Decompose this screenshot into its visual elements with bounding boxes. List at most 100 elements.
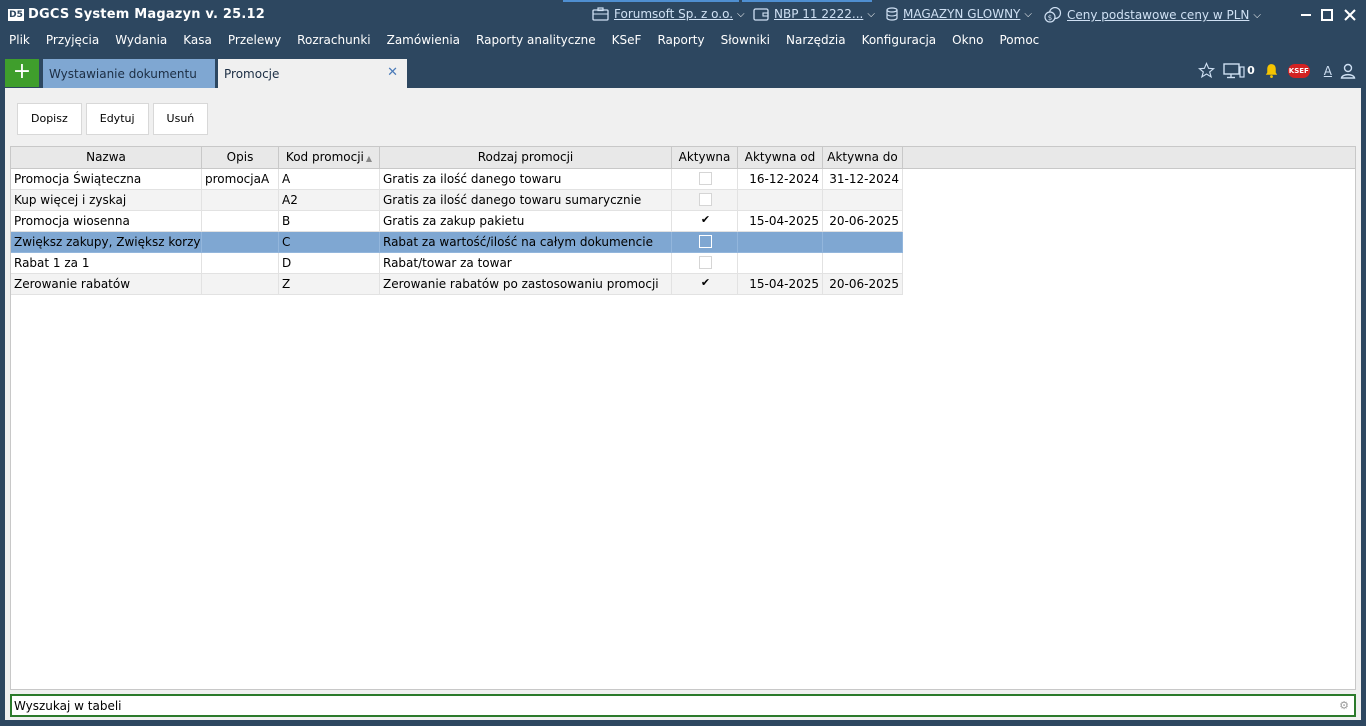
checkbox-unchecked[interactable] <box>699 256 712 269</box>
menu-kasa[interactable]: Kasa <box>183 30 212 52</box>
menu-rozrachunki[interactable]: Rozrachunki <box>297 30 370 52</box>
cell-aktywna-do: 20-06-2025 <box>823 211 903 232</box>
cell-kod-promocji: D <box>279 253 380 274</box>
cell-opis <box>202 253 279 274</box>
menu-raporty-analityczne[interactable]: Raporty analityczne <box>476 30 596 52</box>
cell-kod-promocji: B <box>279 211 380 232</box>
cell-aktywna <box>672 169 738 190</box>
menu-narzedzia[interactable]: Narzędzia <box>786 30 846 52</box>
wallet-icon <box>753 8 769 21</box>
table-row[interactable]: Zwiększ zakupy, Zwiększ korzyści C Rabat z… <box>11 232 903 253</box>
column-header-aktywna[interactable]: Aktywna <box>672 147 738 169</box>
warehouse-label: MAGAZYN GLOWNY <box>903 7 1021 21</box>
bell-icon[interactable] <box>1263 62 1280 79</box>
chevron-down-icon: ⌵ <box>867 8 875 20</box>
rate-underline <box>742 0 872 2</box>
checkbox-checked[interactable]: ✔ <box>699 214 712 227</box>
menu-zamowienia[interactable]: Zamówienia <box>387 30 460 52</box>
column-header-opis[interactable]: Opis <box>202 147 279 169</box>
cell-opis <box>202 211 279 232</box>
promotions-table: Nazwa Opis Kod promocji ▲ Rodzaj promocji… <box>10 146 1356 690</box>
close-icon <box>1344 9 1356 21</box>
user-icon[interactable] <box>1340 63 1356 79</box>
cell-nazwa: Kup więcej i zyskaj <box>11 190 202 211</box>
cell-aktywna-od <box>738 190 823 211</box>
table-row[interactable]: Rabat 1 za 1 D Rabat/towar za towar <box>11 253 903 274</box>
menu-przelewy[interactable]: Przelewy <box>228 30 281 52</box>
warehouse-selector[interactable]: MAGAZYN GLOWNY ⌵ <box>886 7 1032 21</box>
table-row[interactable]: Kup więcej i zyskaj A2 Gratis za ilość dan… <box>11 190 903 211</box>
minimize-button[interactable] <box>1297 6 1315 24</box>
cell-opis: promocjaA <box>202 169 279 190</box>
add-button[interactable]: Dopisz <box>17 103 82 135</box>
monitor-icon <box>1223 62 1245 78</box>
maximize-button[interactable] <box>1318 6 1336 24</box>
monitor-counter[interactable]: 0 <box>1223 62 1255 79</box>
cell-rodzaj-promocji: Rabat/towar za towar <box>380 253 672 274</box>
cell-nazwa: Promocja wiosenna <box>11 211 202 232</box>
company-selector[interactable]: Forumsoft Sp. z o.o. ⌵ <box>592 7 745 21</box>
cell-aktywna-od: 15-04-2025 <box>738 211 823 232</box>
menu-pomoc[interactable]: Pomoc <box>999 30 1039 52</box>
checkbox-unchecked[interactable] <box>699 235 712 248</box>
close-window-button[interactable] <box>1341 6 1359 24</box>
checkbox-checked[interactable]: ✔ <box>699 277 712 290</box>
menu-plik[interactable]: Plik <box>9 30 30 52</box>
checkbox-unchecked[interactable] <box>699 172 712 185</box>
app-logo: D5 <box>8 9 24 21</box>
minimize-icon <box>1301 14 1311 16</box>
table-row[interactable]: Zerowanie rabatów Z Zerowanie rabatów po z… <box>11 274 903 295</box>
menu-okno[interactable]: Okno <box>952 30 983 52</box>
table-row[interactable]: Promocja Świąteczna promocjaA A Gratis za i… <box>11 169 903 190</box>
monitor-count: 0 <box>1247 64 1255 77</box>
maximize-icon <box>1321 9 1333 21</box>
svg-text:$: $ <box>1048 14 1052 22</box>
coins-icon: $ <box>1044 7 1062 23</box>
currency-rate-selector[interactable]: NBP 11 2222... ⌵ <box>753 7 875 21</box>
app-title: DGCS System Magazyn v. 25.12 <box>28 7 266 22</box>
close-tab-icon[interactable]: ✕ <box>387 65 398 80</box>
edit-button[interactable]: Edytuj <box>85 103 149 135</box>
column-header-aktywna-od[interactable]: Aktywna od <box>738 147 823 169</box>
gear-icon[interactable]: ⚙ <box>1339 699 1349 712</box>
menu-konfiguracja[interactable]: Konfiguracja <box>862 30 937 52</box>
column-header-nazwa[interactable]: Nazwa <box>11 147 202 169</box>
ksef-icon[interactable]: KSEF <box>1287 63 1310 78</box>
company-label: Forumsoft Sp. z o.o. <box>614 7 734 21</box>
star-icon[interactable] <box>1198 62 1216 79</box>
checkbox-unchecked[interactable] <box>699 193 712 206</box>
menu-wydania[interactable]: Wydania <box>115 30 167 52</box>
cell-nazwa: Promocja Świąteczna <box>11 169 202 190</box>
table-row[interactable]: Promocja wiosenna B Gratis za zakup pakiet… <box>11 211 903 232</box>
tab-label: Promocje <box>224 67 280 81</box>
cell-rodzaj-promocji: Gratis za zakup pakietu <box>380 211 672 232</box>
table-header: Nazwa Opis Kod promocji ▲ Rodzaj promocji… <box>11 147 1355 169</box>
cell-rodzaj-promocji: Rabat za wartość/ilość na całym dokumenc… <box>380 232 672 253</box>
tab-wystawianie-dokumentu[interactable]: Wystawianie dokumentu <box>43 59 215 88</box>
company-underline <box>563 0 739 2</box>
sort-ascending-icon: ▲ <box>365 154 373 163</box>
menu-ksef[interactable]: KSeF <box>612 30 642 52</box>
menu-przyjecia[interactable]: Przyjęcia <box>46 30 99 52</box>
column-header-rodzaj-promocji[interactable]: Rodzaj promocji <box>380 147 672 169</box>
tab-promocje[interactable]: Promocje ✕ <box>218 59 407 88</box>
table-search-input[interactable]: Wyszukaj w tabeli ⚙ <box>10 694 1356 717</box>
price-list-selector[interactable]: $ Ceny podstawowe ceny w PLN ⌵ <box>1044 7 1261 23</box>
menu-slowniki[interactable]: Słowniki <box>721 30 770 52</box>
cell-kod-promocji: A2 <box>279 190 380 211</box>
column-header-aktywna-do[interactable]: Aktywna do <box>823 147 903 169</box>
cell-aktywna-do: 31-12-2024 <box>823 169 903 190</box>
chevron-down-icon: ⌵ <box>737 8 745 20</box>
cell-aktywna: ✔ <box>672 211 738 232</box>
new-tab-button[interactable]: + <box>5 59 39 87</box>
delete-button[interactable]: Usuń <box>152 103 209 135</box>
cell-kod-promocji: Z <box>279 274 380 295</box>
column-header-kod-promocji[interactable]: Kod promocji ▲ <box>279 147 380 169</box>
cell-aktywna <box>672 253 738 274</box>
price-list-label: Ceny podstawowe ceny w PLN <box>1067 8 1250 22</box>
font-size-icon[interactable]: A <box>1324 64 1332 78</box>
promotions-panel: Dopisz Edytuj Usuń Nazwa Opis Kod promoc… <box>5 88 1361 720</box>
cell-aktywna-od: 16-12-2024 <box>738 169 823 190</box>
cell-nazwa: Zerowanie rabatów <box>11 274 202 295</box>
menu-raporty[interactable]: Raporty <box>657 30 704 52</box>
